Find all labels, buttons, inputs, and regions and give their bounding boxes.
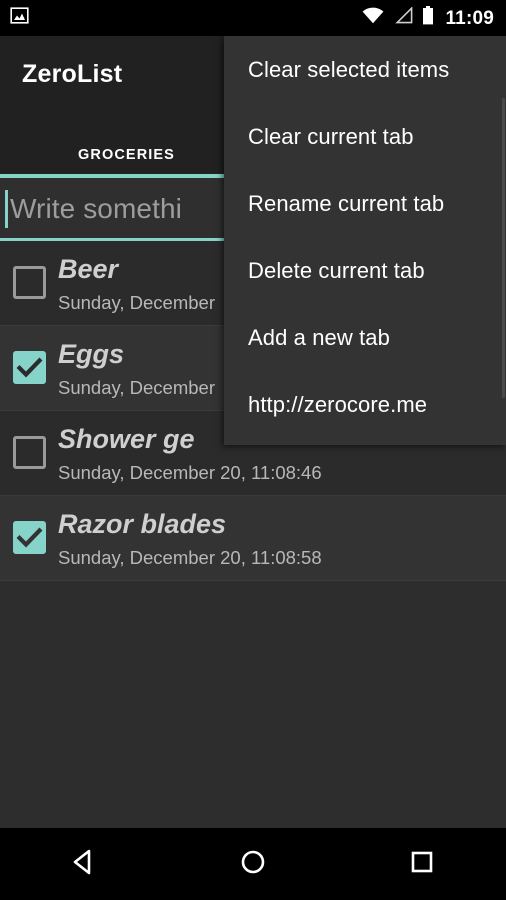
android-screen: 11:09 ZeroList GROCERIES Write somethi B… (0, 0, 506, 900)
item-checkbox[interactable] (13, 521, 46, 554)
home-circle-icon (238, 847, 268, 882)
menu-item-clear-selected-items[interactable]: Clear selected items (224, 36, 506, 103)
status-bar-right: 11:09 (362, 6, 494, 30)
nav-recents-button[interactable] (372, 828, 472, 900)
menu-scrollbar[interactable] (502, 98, 505, 398)
page-title: ZeroList (22, 60, 123, 88)
tab-strip: GROCERIES (0, 132, 253, 177)
item-checkbox[interactable] (13, 266, 46, 299)
menu-item-add-a-new-tab[interactable]: Add a new tab (224, 304, 506, 371)
wifi-icon (362, 7, 384, 29)
item-checkbox[interactable] (13, 436, 46, 469)
item-name: Razor blades (58, 509, 227, 539)
menu-item-rename-current-tab[interactable]: Rename current tab (224, 170, 506, 237)
cell-signal-icon (393, 6, 413, 29)
nav-home-button[interactable] (203, 828, 303, 900)
item-date: Sunday, December (58, 377, 215, 398)
nav-back-button[interactable] (34, 828, 134, 900)
menu-item-delete-current-tab[interactable]: Delete current tab (224, 237, 506, 304)
item-name: Eggs (58, 339, 125, 369)
item-name: Beer (58, 254, 119, 284)
menu-item-clear-current-tab[interactable]: Clear current tab (224, 103, 506, 170)
list-item[interactable]: Razor blades Sunday, December 20, 11:08:… (0, 496, 506, 581)
recents-square-icon (407, 847, 437, 882)
item-name: Shower ge (58, 424, 195, 454)
status-bar-left (10, 6, 362, 30)
item-date: Sunday, December 20, 11:08:46 (58, 462, 322, 483)
screenshot-image-icon (10, 6, 29, 30)
menu-item-website-link[interactable]: http://zerocore.me (224, 371, 506, 438)
tab-groceries[interactable]: GROCERIES (78, 147, 175, 163)
item-date: Sunday, December (58, 292, 215, 313)
overflow-menu: Clear selected items Clear current tab R… (224, 36, 506, 445)
new-item-input[interactable]: Write somethi (10, 193, 182, 225)
item-checkbox[interactable] (13, 351, 46, 384)
back-triangle-icon (69, 847, 99, 882)
item-date: Sunday, December 20, 11:08:58 (58, 547, 322, 568)
navigation-bar (0, 828, 506, 900)
status-bar-clock: 11:09 (445, 7, 494, 29)
battery-icon (422, 6, 434, 30)
text-caret (5, 190, 8, 228)
status-bar: 11:09 (0, 0, 506, 36)
